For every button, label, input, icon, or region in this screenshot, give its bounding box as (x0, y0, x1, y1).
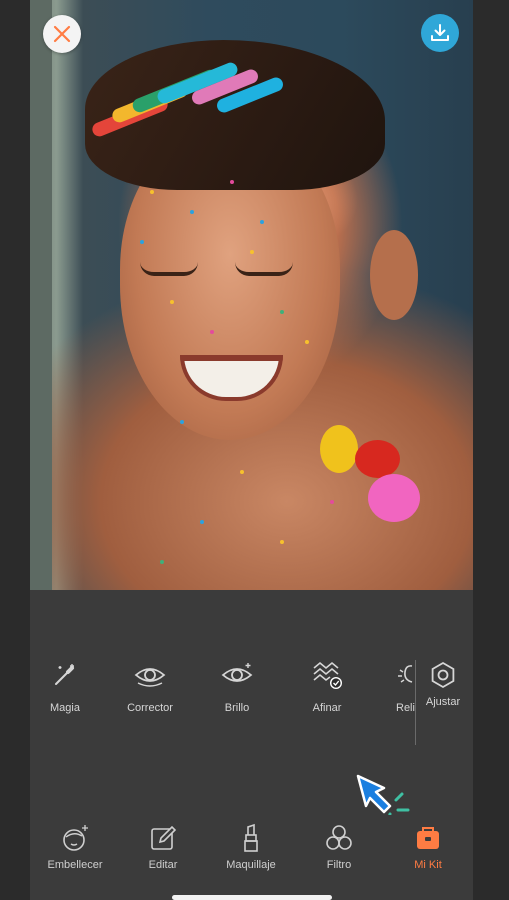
download-button[interactable] (421, 14, 459, 52)
magic-wand-icon (55, 664, 74, 685)
nav-label: Maquillaje (226, 859, 276, 871)
face-sparkle-icon (63, 825, 88, 851)
nav-editar[interactable]: Editar (118, 823, 208, 871)
tool-label: Ajustar (425, 696, 461, 708)
edit-icon (151, 825, 177, 850)
photo-canvas[interactable] (30, 0, 473, 590)
eye-bright-icon (221, 663, 253, 682)
tool-label: Corrector (127, 702, 173, 714)
close-icon (53, 25, 71, 43)
photo-ear (370, 230, 418, 320)
kit-icon (417, 827, 439, 849)
photo-left-edge (30, 0, 52, 590)
adjust-icon (431, 661, 455, 689)
filter-icon (326, 825, 352, 850)
tool-label: Magia (50, 702, 80, 714)
nav-mi-kit[interactable]: Mi Kit (383, 823, 473, 871)
bottom-nav: Embellecer Editar Maquillaje Filtro Mi K… (30, 815, 473, 885)
nav-label: Embellecer (47, 859, 103, 871)
tool-corrector[interactable]: Corrector (115, 660, 185, 714)
tool-magia[interactable]: Magia (30, 660, 100, 714)
tool-brillo[interactable]: Brillo (202, 660, 272, 714)
paint-pink (368, 474, 420, 522)
download-icon (431, 24, 449, 41)
nav-label: Filtro (326, 859, 352, 871)
home-indicator (172, 895, 332, 900)
photo-eye-left (140, 262, 198, 276)
tool-label: Brillo (224, 702, 250, 714)
sharpen-icon (313, 661, 342, 689)
nav-filtro[interactable]: Filtro (294, 823, 384, 871)
tool-afinar[interactable]: Afinar (292, 660, 362, 714)
close-button[interactable] (43, 15, 81, 53)
nav-label: Mi Kit (414, 859, 442, 871)
lipstick-icon (244, 823, 258, 852)
tool-strip: Magia Corrector Brillo Afinar Reli Ajust… (30, 660, 473, 750)
nav-maquillaje[interactable]: Maquillaje (206, 823, 296, 871)
photo-eye-right (235, 262, 293, 276)
tool-ajustar[interactable]: Ajustar (408, 660, 478, 708)
paint-yellow (320, 425, 358, 473)
nav-label: Editar (148, 859, 178, 871)
paint-red (355, 440, 400, 478)
eye-corrector-icon (134, 668, 166, 687)
tool-label: Afinar (312, 702, 342, 714)
nav-embellecer[interactable]: Embellecer (30, 823, 120, 871)
